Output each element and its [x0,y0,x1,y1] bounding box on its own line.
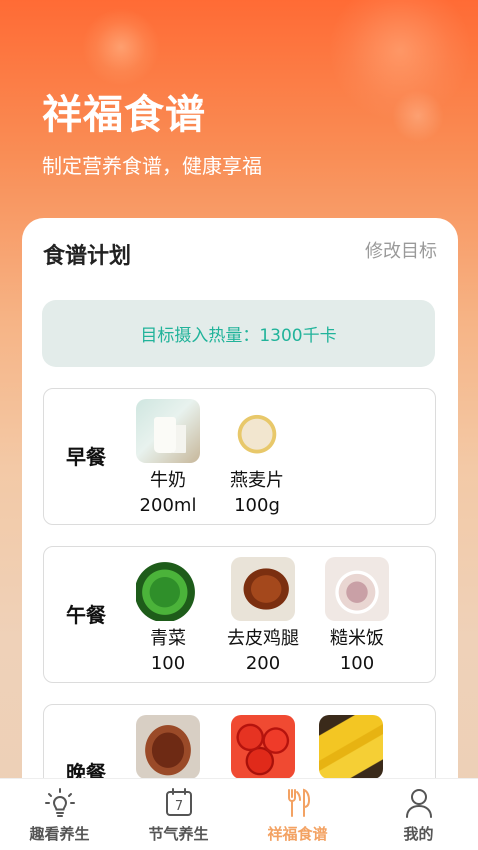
meal-name: 早餐 [66,445,106,469]
modify-goal-button[interactable]: 修改目标 [365,237,437,263]
firework-decoration [330,0,470,120]
app-title: 祥福食谱 [42,92,206,138]
tab-label: 我的 [403,825,434,843]
corn-image [319,715,383,779]
calendar-day-number: 7 [174,799,182,814]
firework-decoration [82,8,160,86]
food-item[interactable] [128,715,208,779]
fork-knife-icon [287,788,310,817]
tab-label: 节气养生 [148,825,209,843]
tab-recipes[interactable]: 祥福食谱 [238,779,357,850]
app-subtitle: 制定营养食谱，健康享福 [42,154,262,178]
calendar-icon: 7 [165,788,192,816]
food-amount: 100 [150,653,186,674]
meal-card-lunch[interactable]: 午餐 青菜 100 去皮鸡腿 200 糙米饭 100 [43,546,436,683]
food-name: 去皮鸡腿 [227,628,299,649]
food-item[interactable]: 去皮鸡腿 200 [221,557,305,676]
food-amount: 200ml [139,495,197,516]
food-item[interactable]: 燕麦片 100g [217,399,297,518]
food-name: 青菜 [150,628,186,649]
bulb-icon [44,788,75,817]
food-name: 燕麦片 [230,470,284,491]
food-amount: 100 [339,653,375,674]
greens-image [136,557,200,621]
tab-mine[interactable]: 我的 [359,779,478,850]
bottom-tab-bar: 趣看养生 7 节气养生 祥福食谱 我的 [0,778,478,850]
tab-solar-terms[interactable]: 7 节气养生 [119,779,238,850]
plan-title: 食谱计划 [43,244,132,269]
oatmeal-image [225,399,289,463]
calorie-target-banner: 目标摄入热量：1300千卡 [42,300,435,367]
user-icon [405,789,432,818]
food-amount: 200 [245,653,281,674]
food-item[interactable]: 糙米饭 100 [317,557,397,676]
beef-image [136,715,200,779]
firework-decoration [392,90,444,142]
food-item[interactable]: 牛奶 200ml [128,399,208,518]
food-item[interactable]: 青菜 100 [128,557,208,676]
tab-label: 趣看养生 [29,825,90,843]
brown-rice-image [325,557,389,621]
food-name: 牛奶 [150,470,186,491]
food-item[interactable] [311,715,391,779]
food-amount: 100g [234,495,280,516]
milk-image [136,399,200,463]
chicken-leg-image [231,557,295,621]
tomato-image [231,715,295,779]
tab-label: 祥福食谱 [267,825,328,843]
food-name: 糙米饭 [330,628,384,649]
tab-health-reading[interactable]: 趣看养生 [0,779,119,850]
recipe-plan-card: 食谱计划 修改目标 目标摄入热量：1300千卡 早餐 牛奶 200ml 燕麦片 … [22,218,458,850]
calorie-target-text: 目标摄入热量：1300千卡 [140,326,337,346]
meal-name: 午餐 [66,603,106,627]
food-item[interactable] [223,715,303,779]
meal-card-breakfast[interactable]: 早餐 牛奶 200ml 燕麦片 100g [43,388,436,525]
